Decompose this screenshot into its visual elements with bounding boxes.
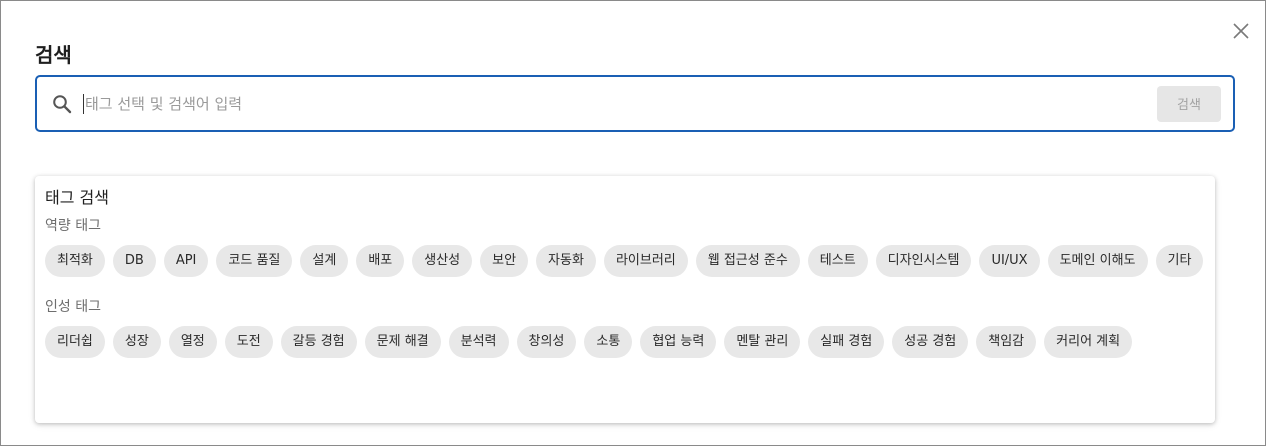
text-caret [83,93,84,114]
tag-group-personality: 인성 태그 리더쉽 성장 열정 도전 갈등 경험 문제 해결 분석력 창의성 소… [45,297,1205,358]
tag-chip[interactable]: 리더쉽 [45,326,105,358]
tag-chip[interactable]: API [163,245,209,277]
tag-chip[interactable]: 책임감 [976,326,1037,358]
tag-chip[interactable]: 성장 [112,326,161,358]
search-dialog: 검색 검색 태그 검색 역량 태그 최적화 DB API 코드 품질 설계 배포… [1,1,1265,445]
tag-chip[interactable]: 도메인 이해도 [1047,245,1148,277]
tag-chip-list: 최적화 DB API 코드 품질 설계 배포 생산성 보안 자동화 라이브러리 … [45,245,1205,277]
search-input[interactable] [85,88,1157,119]
tag-chip[interactable]: 열정 [168,326,217,358]
tag-chip[interactable]: 라이브러리 [603,245,688,277]
tag-group-label: 역량 태그 [45,218,101,234]
tag-chip[interactable]: 디자인시스템 [875,245,972,277]
tag-chip[interactable]: 갈등 경험 [280,326,357,358]
tag-chip[interactable]: 최적화 [45,245,105,277]
tag-chip[interactable]: DB [112,245,156,277]
tag-panel-title: 태그 검색 [45,188,109,207]
tag-chip[interactable]: 협업 능력 [640,326,717,358]
tag-chip[interactable]: UI/UX [979,245,1040,277]
tag-chip[interactable]: 설계 [300,245,349,277]
tag-chip[interactable]: 테스트 [807,245,868,277]
dialog-title: 검색 [35,43,72,67]
tag-chip[interactable]: 분석력 [448,326,509,358]
tag-chip[interactable]: 문제 해결 [364,326,441,358]
search-icon [51,93,73,115]
tag-chip[interactable]: 커리어 계획 [1044,326,1133,358]
tag-chip[interactable]: 배포 [356,245,405,277]
tag-search-panel: 태그 검색 역량 태그 최적화 DB API 코드 품질 설계 배포 생산성 보… [35,176,1215,423]
tag-chip-list: 리더쉽 성장 열정 도전 갈등 경험 문제 해결 분석력 창의성 소통 협업 능… [45,326,1205,358]
tag-chip[interactable]: 성공 경험 [892,326,969,358]
tag-group-competency: 역량 태그 최적화 DB API 코드 품질 설계 배포 생산성 보안 자동화 … [45,216,1205,277]
tag-chip[interactable]: 소통 [584,326,633,358]
tag-chip[interactable]: 자동화 [536,245,596,277]
tag-chip[interactable]: 코드 품질 [216,245,293,277]
tag-chip[interactable]: 창의성 [516,326,577,358]
tag-chip[interactable]: 실패 경험 [808,326,885,358]
tag-group-label: 인성 태그 [45,299,101,315]
search-submit-button[interactable]: 검색 [1157,85,1221,122]
search-box[interactable]: 검색 [35,75,1235,132]
tag-chip[interactable]: 보안 [480,245,529,277]
close-icon[interactable] [1233,23,1249,39]
tag-chip[interactable]: 웹 접근성 준수 [695,245,800,277]
tag-chip[interactable]: 멘탈 관리 [724,326,801,358]
tag-chip[interactable]: 도전 [224,326,273,358]
close-button[interactable] [1229,19,1253,43]
tag-chip[interactable]: 기타 [1155,245,1204,277]
tag-chip[interactable]: 생산성 [412,245,473,277]
